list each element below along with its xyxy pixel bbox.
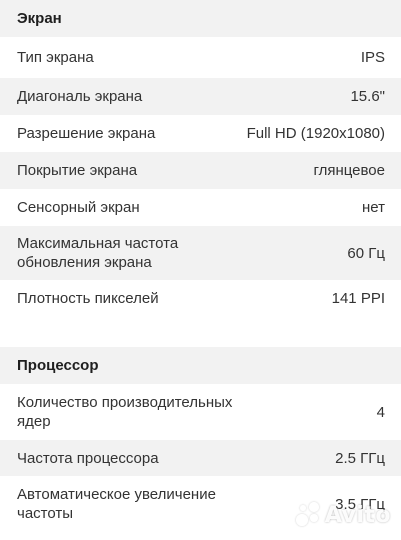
spec-value: IPS <box>360 49 385 66</box>
avito-logo-icon <box>295 502 322 528</box>
spec-value: Full HD (1920x1080) <box>246 125 385 142</box>
spec-label: Максимальная частота обновления экрана <box>17 235 179 271</box>
spec-label: Покрытие экрана <box>17 162 138 179</box>
spec-row-coating: Покрытие экрана глянцевое <box>0 152 401 189</box>
spec-label: Плотность пикселей <box>17 290 159 307</box>
spec-value: 4 <box>376 403 385 421</box>
spec-value: 2.5 ГГц <box>335 449 385 467</box>
specs-page: Экран Тип экрана IPS Диагональ экрана 15… <box>0 0 401 540</box>
spec-value: нет <box>362 199 385 216</box>
spec-label: Сенсорный экран <box>17 199 140 216</box>
spec-label: Диагональ экрана <box>17 88 143 105</box>
spec-row-diagonal: Диагональ экрана 15.6" <box>0 78 401 115</box>
spec-row-touchscreen: Сенсорный экран нет <box>0 189 401 226</box>
section-header-screen: Экран <box>0 0 401 37</box>
spec-value: 15.6" <box>350 88 385 105</box>
avito-watermark-text: Avito <box>324 502 391 528</box>
section-title-processor: Процессор <box>17 357 99 374</box>
spec-row-screen-type: Тип экрана IPS <box>0 37 401 78</box>
spec-label: Частота процессора <box>17 449 159 467</box>
spec-row-core-count: Количество производительных ядер 4 <box>0 384 401 440</box>
spec-row-refresh-rate: Максимальная частота обновления экрана 6… <box>0 226 401 280</box>
spec-row-pixel-density: Плотность пикселей 141 PPI <box>0 280 401 317</box>
spec-label: Количество производительных ядер <box>17 394 233 430</box>
spec-label: Автоматическое увеличение частоты <box>17 486 216 522</box>
section-header-processor: Процессор <box>0 347 401 384</box>
spec-value: 60 Гц <box>347 244 385 262</box>
avito-watermark: Avito <box>295 502 391 528</box>
spec-value: 141 PPI <box>331 290 385 307</box>
spec-value: глянцевое <box>313 162 385 179</box>
spec-row-cpu-frequency: Частота процессора 2.5 ГГц <box>0 440 401 476</box>
section-spacer <box>0 317 401 347</box>
spec-row-resolution: Разрешение экрана Full HD (1920x1080) <box>0 115 401 152</box>
section-title-screen: Экран <box>17 10 62 27</box>
spec-label: Разрешение экрана <box>17 125 156 142</box>
spec-label: Тип экрана <box>17 49 94 66</box>
